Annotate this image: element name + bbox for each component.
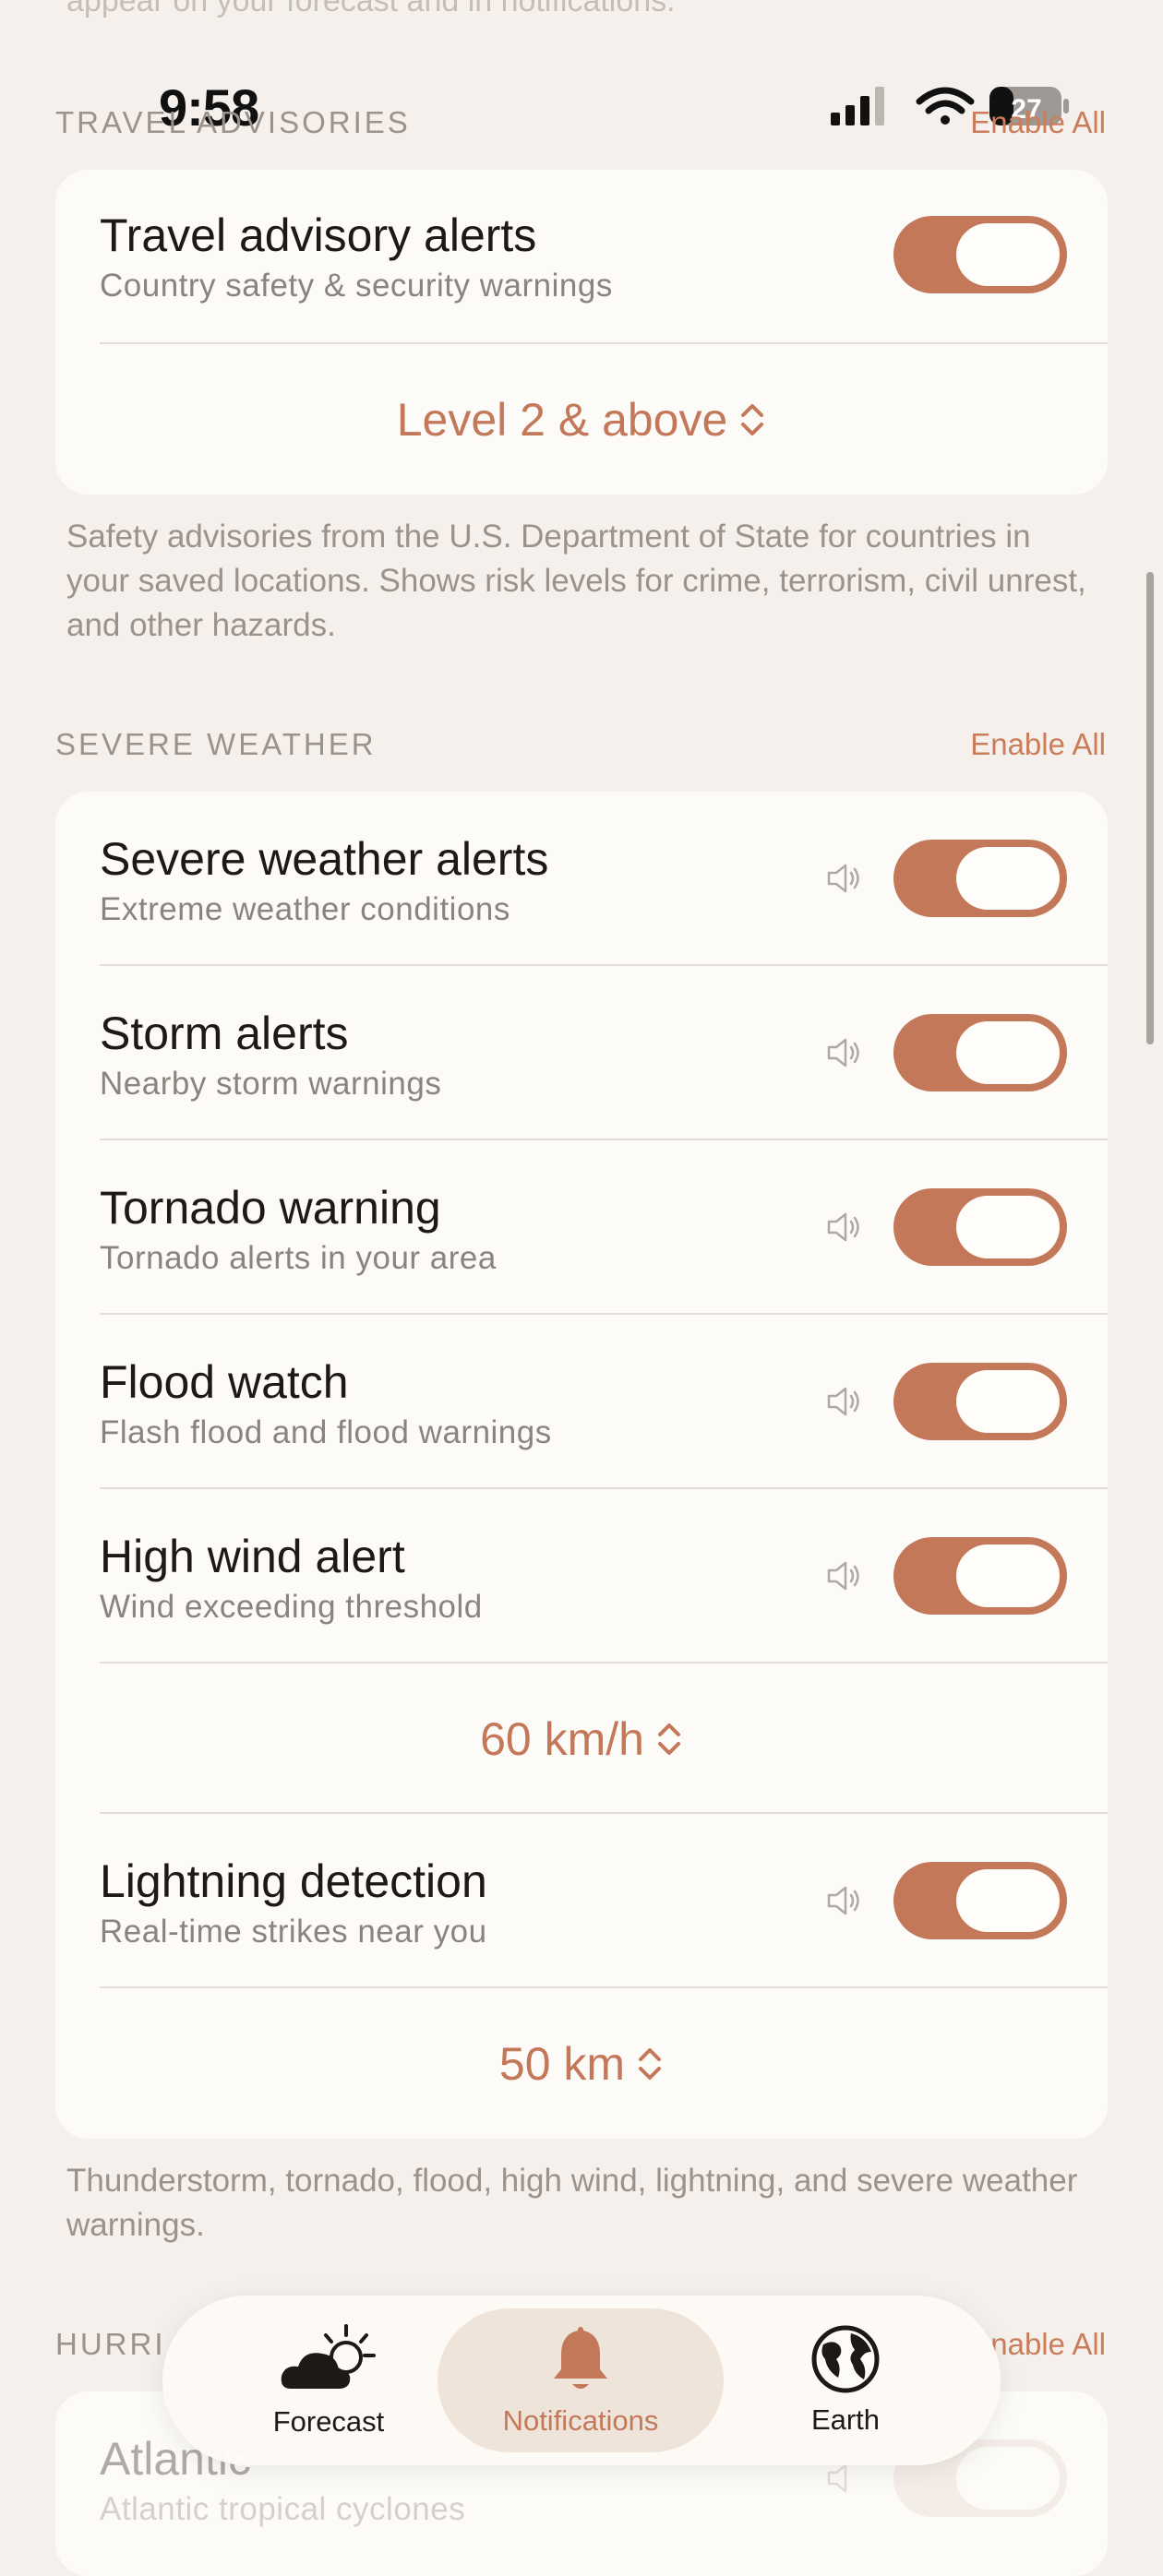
weather-partly-cloudy-icon	[281, 2324, 376, 2389]
high-wind-alert-toggle[interactable]	[893, 1537, 1067, 1615]
chevron-updown-icon	[657, 1723, 680, 1755]
bottom-tab-bar: Forecast Notifications Earth	[162, 2296, 1001, 2465]
severe-alert-toggle[interactable]	[893, 840, 1067, 917]
severe-alert-row: Severe weather alerts Extreme weather co…	[55, 792, 1108, 966]
row-subtitle: Extreme weather conditions	[100, 891, 510, 927]
tab-forecast[interactable]: Forecast	[236, 2296, 421, 2465]
speaker-icon[interactable]	[823, 1032, 864, 1073]
scrollbar[interactable]	[1146, 572, 1154, 1044]
bell-icon	[554, 2327, 607, 2389]
travel-section-header: TRAVEL ADVISORIES	[55, 105, 411, 139]
row-subtitle: Atlantic tropical cyclones	[100, 2491, 466, 2527]
wifi-icon	[916, 87, 975, 125]
severe-footnote: Thunderstorm, tornado, flood, high wind,…	[66, 2163, 1078, 2243]
row-subtitle: Country safety & security warnings	[100, 268, 613, 304]
hurricane-enable-all-button[interactable]: nable All	[990, 2327, 1106, 2362]
storm-alert-toggle[interactable]	[893, 1014, 1067, 1091]
tab-notifications[interactable]: Notifications	[438, 2296, 724, 2465]
tornado-warning-toggle[interactable]	[893, 1188, 1067, 1266]
travel-alert-toggle[interactable]	[893, 216, 1067, 293]
row-title: Travel advisory alerts	[100, 209, 537, 261]
wind-threshold-picker-row: 60 km/h	[55, 1664, 1108, 1814]
row-title: Flood watch	[100, 1356, 349, 1408]
tab-earth[interactable]: Earth	[753, 2296, 938, 2465]
travel-enable-all-button[interactable]: Enable All	[970, 105, 1106, 140]
previous-section-footnote: appear on your forecast and in notificat…	[66, 0, 676, 18]
row-subtitle: Wind exceeding threshold	[100, 1589, 483, 1625]
travel-level-picker-row: Level 2 & above	[55, 344, 1108, 495]
severe-enable-all-button[interactable]: Enable All	[970, 727, 1106, 762]
wind-threshold-picker[interactable]: 60 km/h	[480, 1712, 683, 1766]
speaker-icon[interactable]	[823, 1207, 864, 1247]
travel-alert-row: Travel advisory alerts Country safety & …	[55, 170, 1108, 344]
speaker-icon[interactable]	[823, 1880, 864, 1921]
speaker-icon[interactable]	[823, 1556, 864, 1596]
row-title: Lightning detection	[100, 1855, 487, 1907]
lightning-detection-row: Lightning detection Real-time strikes ne…	[55, 1814, 1108, 1988]
tab-notifications-label: Notifications	[502, 2404, 659, 2437]
hurricane-section-header: HURRI	[55, 2327, 166, 2361]
row-title: High wind alert	[100, 1531, 405, 1582]
row-subtitle: Nearby storm warnings	[100, 1066, 442, 1102]
globe-icon	[811, 2325, 880, 2393]
row-title: Tornado warning	[100, 1182, 441, 1234]
severe-section-header: SEVERE WEATHER	[55, 727, 377, 761]
row-title: Severe weather alerts	[100, 833, 549, 885]
tab-forecast-label: Forecast	[272, 2405, 385, 2438]
storm-alert-row: Storm alerts Nearby storm warnings	[55, 966, 1108, 1140]
tab-earth-label: Earth	[810, 2403, 881, 2436]
tornado-warning-row: Tornado warning Tornado alerts in your a…	[55, 1140, 1108, 1315]
chevron-updown-icon	[639, 2047, 662, 2080]
chevron-updown-icon	[741, 403, 764, 435]
travel-level-picker[interactable]: Level 2 & above	[397, 393, 767, 447]
flood-watch-row: Flood watch Flash flood and flood warnin…	[55, 1315, 1108, 1489]
cellular-signal-icon	[831, 87, 884, 125]
high-wind-alert-row: High wind alert Wind exceeding threshold	[55, 1489, 1108, 1664]
row-subtitle: Tornado alerts in your area	[100, 1240, 497, 1276]
row-subtitle: Flash flood and flood warnings	[100, 1414, 552, 1450]
speaker-icon[interactable]	[823, 1381, 864, 1422]
travel-card: Travel advisory alerts Country safety & …	[55, 170, 1108, 495]
row-title: Storm alerts	[100, 1008, 349, 1059]
lightning-distance-picker[interactable]: 50 km	[499, 2037, 664, 2091]
travel-footnote: Safety advisories from the U.S. Departme…	[66, 519, 1086, 643]
severe-card: Severe weather alerts Extreme weather co…	[55, 792, 1108, 2139]
lightning-detection-toggle[interactable]	[893, 1862, 1067, 1939]
flood-watch-toggle[interactable]	[893, 1363, 1067, 1440]
row-subtitle: Real-time strikes near you	[100, 1914, 487, 1950]
lightning-distance-picker-row: 50 km	[55, 1988, 1108, 2139]
speaker-icon[interactable]	[823, 858, 864, 899]
